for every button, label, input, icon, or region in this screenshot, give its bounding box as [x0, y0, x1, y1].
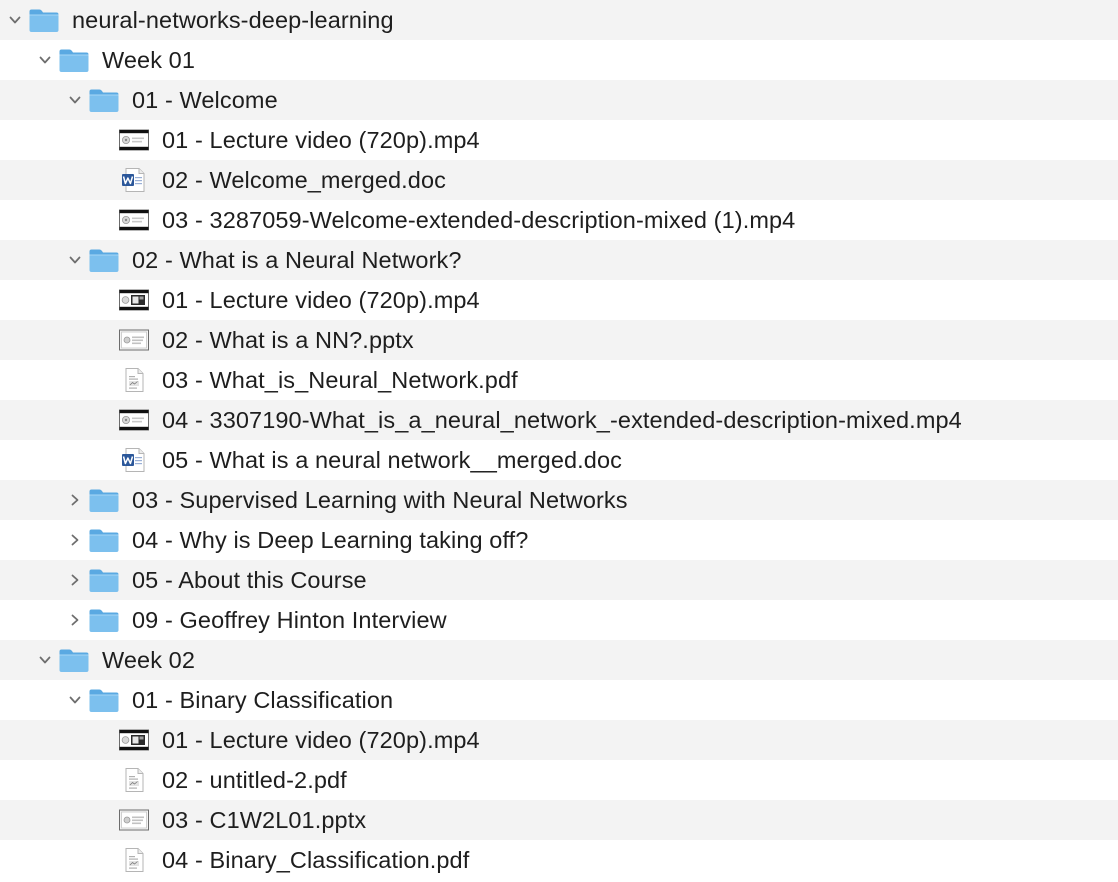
video-file-icon	[118, 200, 150, 240]
pdf-file-icon	[118, 760, 150, 800]
file-name: 03 - C1W2L01.pptx	[162, 807, 367, 833]
video-file-icon	[118, 120, 150, 160]
chevron-right-icon[interactable]	[65, 520, 85, 560]
folder-row[interactable]: 04 - Why is Deep Learning taking off?	[0, 520, 1118, 560]
folder-icon	[58, 640, 90, 680]
chevron-down-icon[interactable]	[65, 240, 85, 280]
file-name: 02 - untitled-2.pdf	[162, 767, 347, 793]
pdf-file-icon	[118, 360, 150, 400]
file-row[interactable]: 01 - Lecture video (720p).mp4	[0, 720, 1118, 760]
presentation-file-icon	[118, 800, 150, 840]
file-row[interactable]: 01 - Lecture video (720p).mp4	[0, 280, 1118, 320]
chevron-right-icon[interactable]	[65, 560, 85, 600]
folder-row[interactable]: neural-networks-deep-learning	[0, 0, 1118, 40]
folder-name: 03 - Supervised Learning with Neural Net…	[132, 487, 628, 513]
presentation-file-icon	[118, 320, 150, 360]
file-row[interactable]: 01 - Lecture video (720p).mp4	[0, 120, 1118, 160]
file-row[interactable]: 04 - 3307190-What_is_a_neural_network_-e…	[0, 400, 1118, 440]
folder-icon	[88, 680, 120, 720]
folder-name: 04 - Why is Deep Learning taking off?	[132, 527, 529, 553]
folder-name: Week 01	[102, 47, 196, 73]
folder-name: neural-networks-deep-learning	[72, 7, 394, 33]
chevron-down-icon[interactable]	[65, 680, 85, 720]
file-name: 01 - Lecture video (720p).mp4	[162, 727, 480, 753]
folder-row[interactable]: Week 02	[0, 640, 1118, 680]
folder-name: 01 - Welcome	[132, 87, 278, 113]
chevron-right-icon[interactable]	[65, 600, 85, 640]
chevron-down-icon[interactable]	[5, 0, 25, 40]
folder-row[interactable]: 05 - About this Course	[0, 560, 1118, 600]
folder-icon	[88, 560, 120, 600]
file-row[interactable]: 02 - Welcome_merged.doc	[0, 160, 1118, 200]
folder-row[interactable]: 03 - Supervised Learning with Neural Net…	[0, 480, 1118, 520]
folder-icon	[88, 520, 120, 560]
pdf-file-icon	[118, 840, 150, 880]
folder-row[interactable]: 09 - Geoffrey Hinton Interview	[0, 600, 1118, 640]
file-name: 01 - Lecture video (720p).mp4	[162, 287, 480, 313]
folder-name: 02 - What is a Neural Network?	[132, 247, 462, 273]
folder-row[interactable]: Week 01	[0, 40, 1118, 80]
video-thumb-icon	[118, 280, 150, 320]
folder-icon	[88, 80, 120, 120]
file-name: 02 - What is a NN?.pptx	[162, 327, 414, 353]
file-row[interactable]: 03 - What_is_Neural_Network.pdf	[0, 360, 1118, 400]
chevron-down-icon[interactable]	[35, 40, 55, 80]
folder-row[interactable]: 01 - Binary Classification	[0, 680, 1118, 720]
file-name: 02 - Welcome_merged.doc	[162, 167, 447, 193]
file-name: 03 - 3287059-Welcome-extended-descriptio…	[162, 207, 796, 233]
folder-name: 09 - Geoffrey Hinton Interview	[132, 607, 447, 633]
file-row[interactable]: 02 - What is a NN?.pptx	[0, 320, 1118, 360]
video-file-icon	[118, 400, 150, 440]
file-row[interactable]: 02 - untitled-2.pdf	[0, 760, 1118, 800]
folder-icon	[88, 240, 120, 280]
file-name: 01 - Lecture video (720p).mp4	[162, 127, 480, 153]
folder-row[interactable]: 01 - Welcome	[0, 80, 1118, 120]
file-row[interactable]: 03 - 3287059-Welcome-extended-descriptio…	[0, 200, 1118, 240]
folder-icon	[58, 40, 90, 80]
file-row[interactable]: 03 - C1W2L01.pptx	[0, 800, 1118, 840]
file-name: 04 - 3307190-What_is_a_neural_network_-e…	[162, 407, 962, 433]
chevron-down-icon[interactable]	[65, 80, 85, 120]
file-tree: neural-networks-deep-learning Week 01 01…	[0, 0, 1118, 882]
file-name: 05 - What is a neural network__merged.do…	[162, 447, 622, 473]
word-doc-icon	[118, 440, 150, 480]
video-thumb-icon	[118, 720, 150, 760]
word-doc-icon	[118, 160, 150, 200]
chevron-down-icon[interactable]	[35, 640, 55, 680]
folder-name: 01 - Binary Classification	[132, 687, 394, 713]
folder-icon	[88, 600, 120, 640]
file-row[interactable]: 04 - Binary_Classification.pdf	[0, 840, 1118, 880]
file-row[interactable]: 05 - What is a neural network__merged.do…	[0, 440, 1118, 480]
folder-icon	[28, 0, 60, 40]
chevron-right-icon[interactable]	[65, 480, 85, 520]
folder-name: Week 02	[102, 647, 196, 673]
folder-icon	[88, 480, 120, 520]
folder-row[interactable]: 02 - What is a Neural Network?	[0, 240, 1118, 280]
file-name: 04 - Binary_Classification.pdf	[162, 847, 470, 873]
file-name: 03 - What_is_Neural_Network.pdf	[162, 367, 518, 393]
folder-name: 05 - About this Course	[132, 567, 367, 593]
